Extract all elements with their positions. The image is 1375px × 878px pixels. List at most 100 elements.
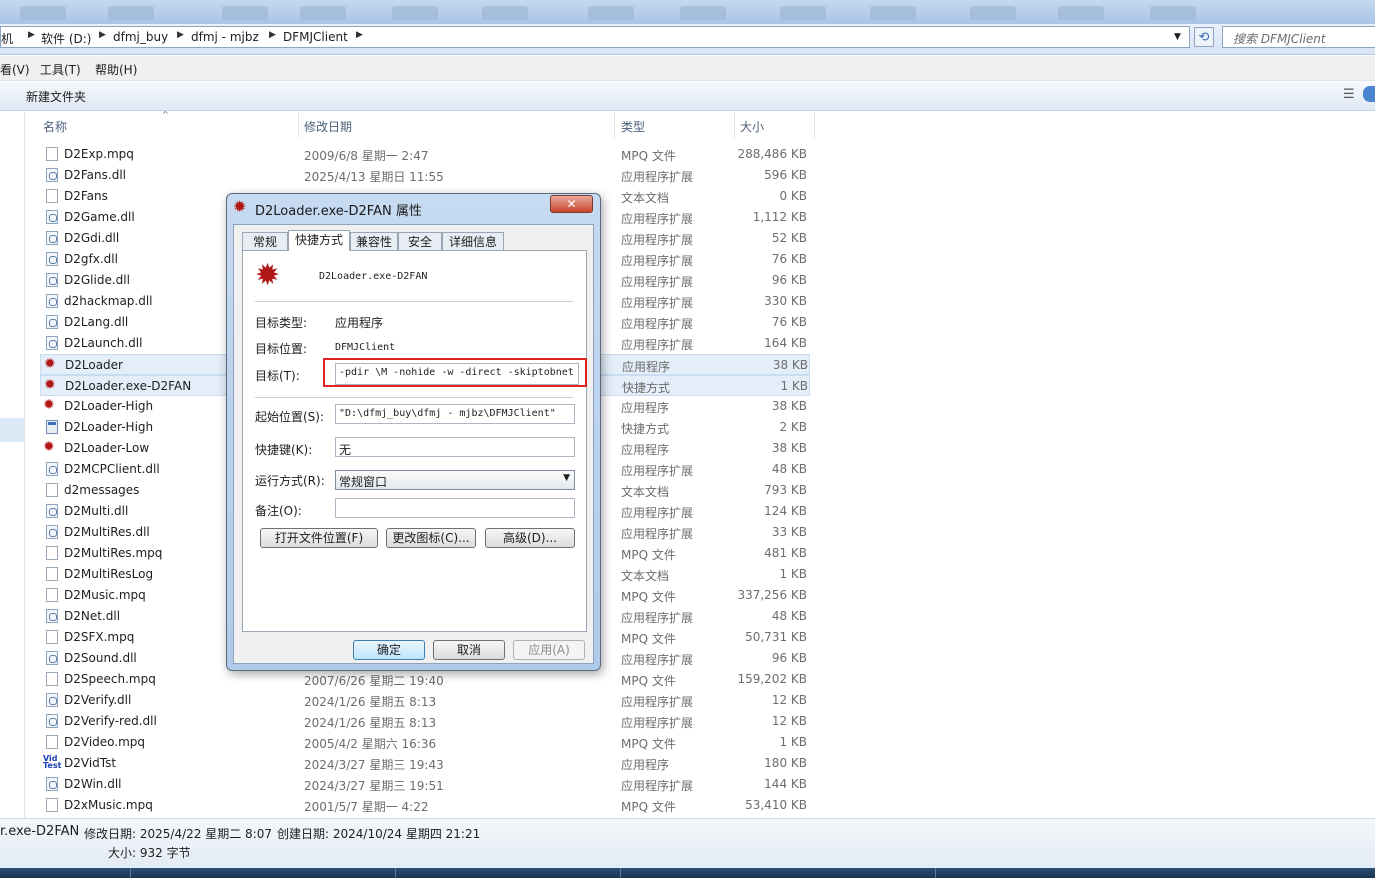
search-input[interactable]: 搜索 DFMJClient [1222,26,1375,48]
start-in-field[interactable]: "D:\dfmj_buy\dfmj - mjbz\DFMJClient" [335,404,575,424]
hotkey-field[interactable]: 无 [335,437,575,457]
open-file-location-button[interactable]: 打开文件位置(F) [260,528,378,548]
chevron-right-icon[interactable]: ▶ [356,30,363,40]
address-dropdown-icon[interactable]: ▼ [1174,32,1181,42]
file-name[interactable]: D2xMusic.mpq [64,798,153,812]
breadcrumb-drive[interactable]: 软件 (D:) [41,30,91,47]
file-name[interactable]: D2gfx.dll [64,252,118,266]
ok-button[interactable]: 确定 [353,640,425,660]
column-header-date[interactable]: 修改日期 [304,118,352,135]
tab-security[interactable]: 安全 [398,232,442,250]
file-name[interactable]: D2MultiResLog [64,567,153,581]
file-name[interactable]: D2VidTst [64,756,116,770]
new-folder-button[interactable]: 新建文件夹 [26,88,86,105]
file-name[interactable]: D2Game.dll [64,210,135,224]
change-icon-button[interactable]: 更改图标(C)... [386,528,476,548]
column-header-name[interactable]: 名称 [43,118,67,135]
run-select[interactable]: 常规窗口 ▼ [335,470,575,490]
file-type: 应用程序 [622,360,671,374]
column-divider[interactable] [298,112,299,138]
file-name[interactable]: D2Sound.dll [64,651,137,665]
file-name[interactable]: D2Loader [65,358,123,372]
chevron-right-icon[interactable]: ▶ [269,30,276,40]
file-row[interactable]: D2Fans.dll 2025/4/13 星期日 11:55 应用程序扩展 596 K… [40,165,810,186]
divider [255,397,573,398]
tab-general[interactable]: 常规 [242,232,288,250]
file-name[interactable]: D2Video.mpq [64,735,145,749]
file-name[interactable]: D2MultiRes.dll [64,525,150,539]
target-type-label: 目标类型: [255,316,308,330]
dll-file-icon [46,231,58,245]
column-divider[interactable] [734,112,735,138]
file-name[interactable]: D2Loader.exe-D2FAN [65,379,191,393]
file-name[interactable]: D2Gdi.dll [64,231,119,245]
file-name[interactable]: D2Fans [64,189,108,203]
apply-button[interactable]: 应用(A) [513,640,585,660]
file-name[interactable]: D2Music.mpq [64,588,146,602]
breadcrumb-dfmj-buy[interactable]: dfmj_buy [113,30,168,44]
comment-field[interactable] [335,498,575,518]
file-type: 应用程序扩展 [621,611,694,625]
file-size: 38 KB [771,399,807,413]
file-row[interactable]: D2xMusic.mpq 2001/5/7 星期一 4:22 MPQ 文件 53,41… [40,795,810,816]
file-row[interactable]: D2Verify.dll 2024/1/26 星期五 8:13 应用程序扩展 12 K… [40,690,810,711]
advanced-button[interactable]: 高级(D)... [485,528,575,548]
help-icon[interactable] [1363,86,1375,102]
file-date: 2007/6/26 星期二 19:40 [304,674,444,688]
column-divider[interactable] [814,112,815,138]
file-row[interactable]: Vid Test D2VidTst 2024/3/27 星期三 19:43 应用程序 18… [40,753,810,774]
chevron-right-icon[interactable]: ▶ [99,30,106,40]
file-name[interactable]: D2Win.dll [64,777,122,791]
menu-view[interactable]: 看(V) [0,61,30,78]
file-name[interactable]: D2Verify-red.dll [64,714,157,728]
file-name[interactable]: D2MCPClient.dll [64,462,160,476]
file-row[interactable]: D2Exp.mpq 2009/6/8 星期一 2:47 MPQ 文件 288,486 … [40,144,810,165]
file-name[interactable]: D2Lang.dll [64,315,128,329]
menu-tools[interactable]: 工具(T) [40,61,81,78]
file-name[interactable]: D2Multi.dll [64,504,128,518]
breadcrumb-dfmjclient[interactable]: DFMJClient [283,30,348,44]
file-name[interactable]: D2Speech.mpq [64,672,156,686]
file-name[interactable]: D2SFX.mpq [64,630,134,644]
file-name[interactable]: d2messages [64,483,139,497]
file-name[interactable]: D2Loader-High [64,399,153,413]
column-divider[interactable] [614,112,615,138]
file-row[interactable]: D2Video.mpq 2005/4/2 星期六 16:36 MPQ 文件 1 KB [40,732,810,753]
menu-help[interactable]: 帮助(H) [95,61,137,78]
file-name[interactable]: D2Fans.dll [64,168,126,182]
file-name[interactable]: D2Net.dll [64,609,120,623]
column-header-type[interactable]: 类型 [621,118,645,135]
column-header-size[interactable]: 大小 [740,118,764,135]
file-name[interactable]: D2Loader-Low [64,441,149,455]
file-name[interactable]: D2MultiRes.mpq [64,546,162,560]
file-name[interactable]: D2Glide.dll [64,273,130,287]
file-name[interactable]: D2Exp.mpq [64,147,134,161]
file-row[interactable]: D2Win.dll 2024/3/27 星期三 19:51 应用程序扩展 144 KB [40,774,810,795]
file-row[interactable]: D2Speech.mpq 2007/6/26 星期二 19:40 MPQ 文件 159… [40,669,810,690]
dropdown-arrow-icon[interactable]: ▼ [563,473,570,483]
navigation-selected-item[interactable] [0,418,24,442]
navigation-pane[interactable] [0,112,25,818]
tab-details[interactable]: 详细信息 [442,232,504,250]
chevron-right-icon[interactable]: ▶ [28,30,35,40]
dialog-title: D2Loader.exe-D2FAN 属性 [255,204,422,219]
tab-shortcut[interactable]: 快捷方式 [288,230,350,251]
file-name[interactable]: D2Loader-High [64,420,153,434]
dll-file-icon [46,210,58,224]
chevron-right-icon[interactable]: ▶ [177,30,184,40]
close-button[interactable]: ✕ [550,195,593,213]
tab-compatibility[interactable]: 兼容性 [350,232,398,250]
file-name[interactable]: D2Verify.dll [64,693,131,707]
file-name[interactable]: d2hackmap.dll [64,294,153,308]
dll-file-icon [46,609,58,623]
file-name[interactable]: D2Launch.dll [64,336,142,350]
refresh-icon[interactable]: ⟲ [1194,27,1214,47]
breadcrumb-mjbz[interactable]: dfmj - mjbz [191,30,259,44]
d2loader-app-icon [43,440,59,454]
address-bar[interactable]: 机 ▶ 软件 (D:) ▶ dfmj_buy ▶ dfmj - mjbz ▶ D… [0,26,1190,48]
view-options-icon[interactable]: ☰ [1343,87,1355,102]
breadcrumb-computer[interactable]: 机 [1,30,13,47]
vidtest-app-icon: Vid Test [43,754,62,771]
file-row[interactable]: D2Verify-red.dll 2024/1/26 星期五 8:13 应用程序扩展… [40,711,810,732]
cancel-button[interactable]: 取消 [433,640,505,660]
